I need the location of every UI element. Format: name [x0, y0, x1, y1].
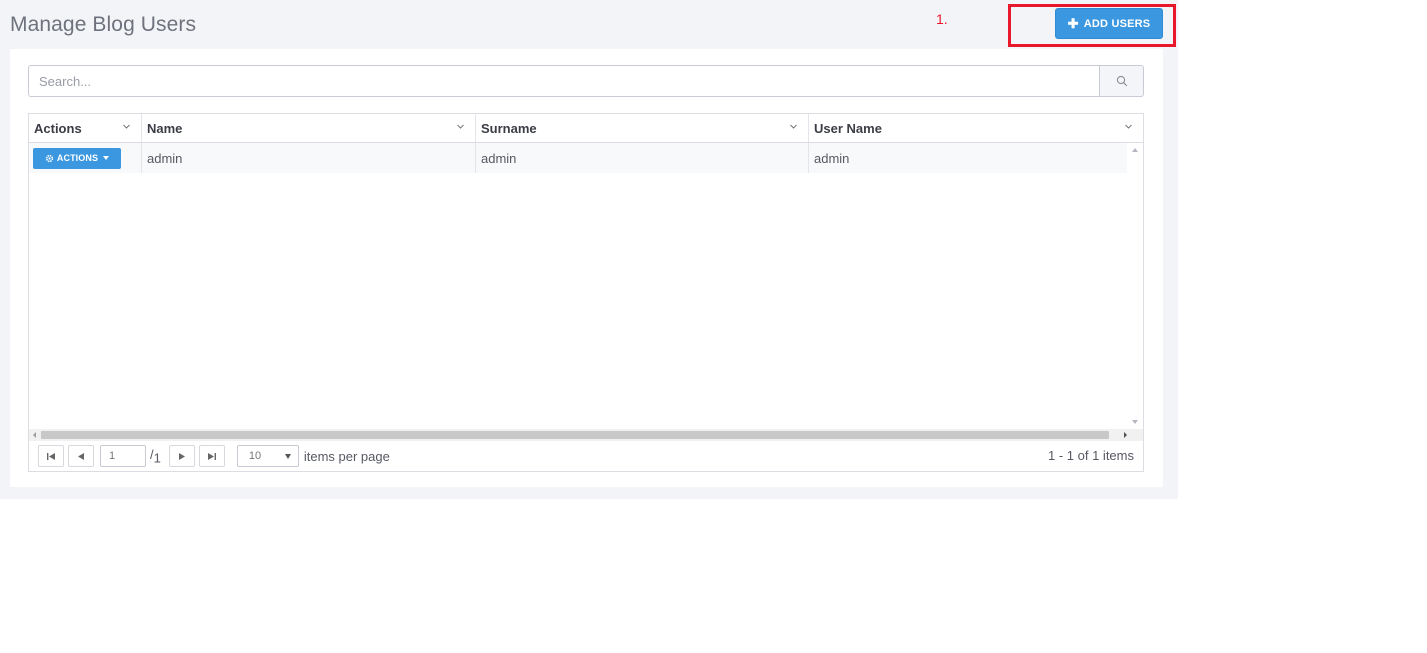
chevron-down-icon[interactable]	[1124, 122, 1133, 131]
page-size-value: 10	[248, 450, 262, 462]
chevron-down-icon[interactable]	[122, 122, 131, 131]
column-label: User Name	[814, 120, 882, 136]
page-count: /1	[150, 447, 161, 466]
plus-icon: ✚	[1067, 16, 1079, 31]
page-title: Manage Blog Users	[10, 13, 197, 36]
column-header-surname[interactable]: Surname	[475, 114, 808, 142]
surname-cell: admin	[475, 143, 808, 173]
chevron-down-icon[interactable]	[456, 122, 465, 131]
scroll-left-arrow-icon[interactable]	[33, 432, 36, 438]
column-label: Actions	[34, 120, 82, 136]
last-page-button[interactable]	[198, 445, 225, 467]
pager-info: 1 - 1 of 1 items	[1048, 448, 1134, 463]
dropdown-arrow-icon	[284, 454, 291, 459]
actions-label: ACTIONS	[56, 153, 99, 163]
first-page-button[interactable]	[38, 445, 64, 467]
items-per-page-label: items per page	[303, 448, 390, 464]
gear-icon	[45, 154, 54, 162]
caret-down-icon	[103, 156, 110, 160]
page-size-select[interactable]: 10	[236, 445, 299, 467]
horizontal-scrollbar[interactable]	[29, 429, 1143, 441]
username-cell: admin	[808, 143, 1128, 173]
next-page-button[interactable]	[168, 445, 195, 467]
actions-cell: ACTIONS	[29, 143, 141, 173]
column-header-name[interactable]: Name	[141, 114, 475, 142]
current-page-input[interactable]	[100, 445, 146, 467]
add-users-label: ADD USERS	[1083, 17, 1151, 30]
annotation-number: 1.	[936, 11, 948, 27]
column-header-username[interactable]: User Name	[808, 114, 1143, 142]
users-card: Actions Name Surname User Name	[10, 49, 1163, 487]
table-row: ACTIONS admin admin admin	[29, 143, 1128, 173]
next-page-icon	[178, 452, 185, 460]
column-label: Name	[147, 120, 183, 136]
total-pages: 1	[153, 450, 161, 466]
search-button[interactable]	[1099, 65, 1144, 97]
horizontal-scroll-thumb[interactable]	[41, 431, 1109, 439]
first-page-icon	[47, 452, 55, 460]
name-cell: admin	[141, 143, 475, 173]
search-icon	[1116, 75, 1127, 87]
add-users-button[interactable]: ✚ ADD USERS	[1055, 8, 1163, 39]
scroll-down-arrow-icon[interactable]	[1132, 420, 1138, 424]
users-grid: Actions Name Surname User Name ACTIONS a…	[28, 113, 1144, 472]
previous-page-button[interactable]	[68, 445, 94, 467]
last-page-icon	[207, 452, 216, 460]
chevron-down-icon[interactable]	[789, 122, 798, 131]
search-input[interactable]	[28, 65, 1099, 97]
grid-body: ACTIONS admin admin admin	[29, 143, 1143, 429]
previous-page-icon	[78, 452, 84, 460]
pager: /1 10 items per page 1 - 1 of 1 items	[29, 441, 1143, 471]
column-header-actions[interactable]: Actions	[29, 114, 141, 142]
scroll-up-arrow-icon[interactable]	[1132, 148, 1138, 152]
vertical-scrollbar[interactable]	[1127, 143, 1143, 429]
actions-dropdown-button[interactable]: ACTIONS	[33, 147, 121, 169]
grid-header: Actions Name Surname User Name	[29, 114, 1143, 143]
column-label: Surname	[481, 120, 537, 136]
search-bar	[28, 65, 1144, 97]
scroll-right-arrow-icon[interactable]	[1124, 432, 1127, 438]
